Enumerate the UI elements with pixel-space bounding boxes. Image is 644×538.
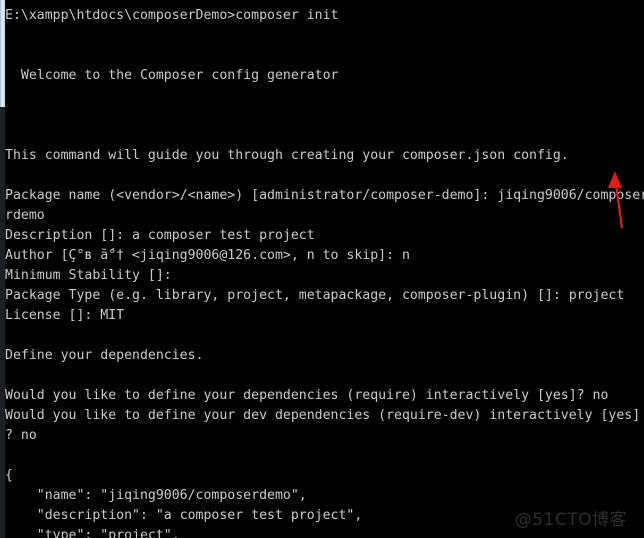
terminal-line: Would you like to define your dependenci… bbox=[5, 388, 609, 403]
terminal-line: rdemo bbox=[5, 208, 45, 223]
terminal-line: ? no bbox=[5, 428, 37, 443]
terminal-line: Define your dependencies. bbox=[5, 348, 204, 363]
terminal-line: Description []: a composer test project bbox=[5, 228, 315, 243]
terminal-line: Package Type (e.g. library, project, met… bbox=[5, 288, 625, 303]
watermark-label: @51CTO博客 bbox=[514, 510, 627, 530]
terminal-line: License []: MIT bbox=[5, 308, 125, 323]
terminal-line: Package name (<vendor>/<name>) [administ… bbox=[5, 188, 644, 203]
terminal-window: E:\xampp\htdocs\composerDemo>composer in… bbox=[0, 0, 644, 538]
terminal-line: Welcome to the Composer config generator bbox=[5, 68, 339, 83]
terminal-line: E:\xampp\htdocs\composerDemo>composer in… bbox=[5, 8, 339, 23]
terminal-line: { bbox=[5, 468, 13, 483]
terminal-line: Author [Ç°ʙ ắ°† <jiqing9006@126.com>, n … bbox=[5, 248, 410, 263]
terminal-line: Would you like to define your dev depend… bbox=[5, 408, 641, 423]
terminal-line: "name": "jiqing9006/composerdemo", bbox=[5, 488, 307, 503]
terminal-output[interactable]: E:\xampp\htdocs\composerDemo>composer in… bbox=[5, 6, 644, 538]
terminal-line: Minimum Stability []: bbox=[5, 268, 172, 283]
terminal-line: This command will guide you through crea… bbox=[5, 148, 569, 163]
